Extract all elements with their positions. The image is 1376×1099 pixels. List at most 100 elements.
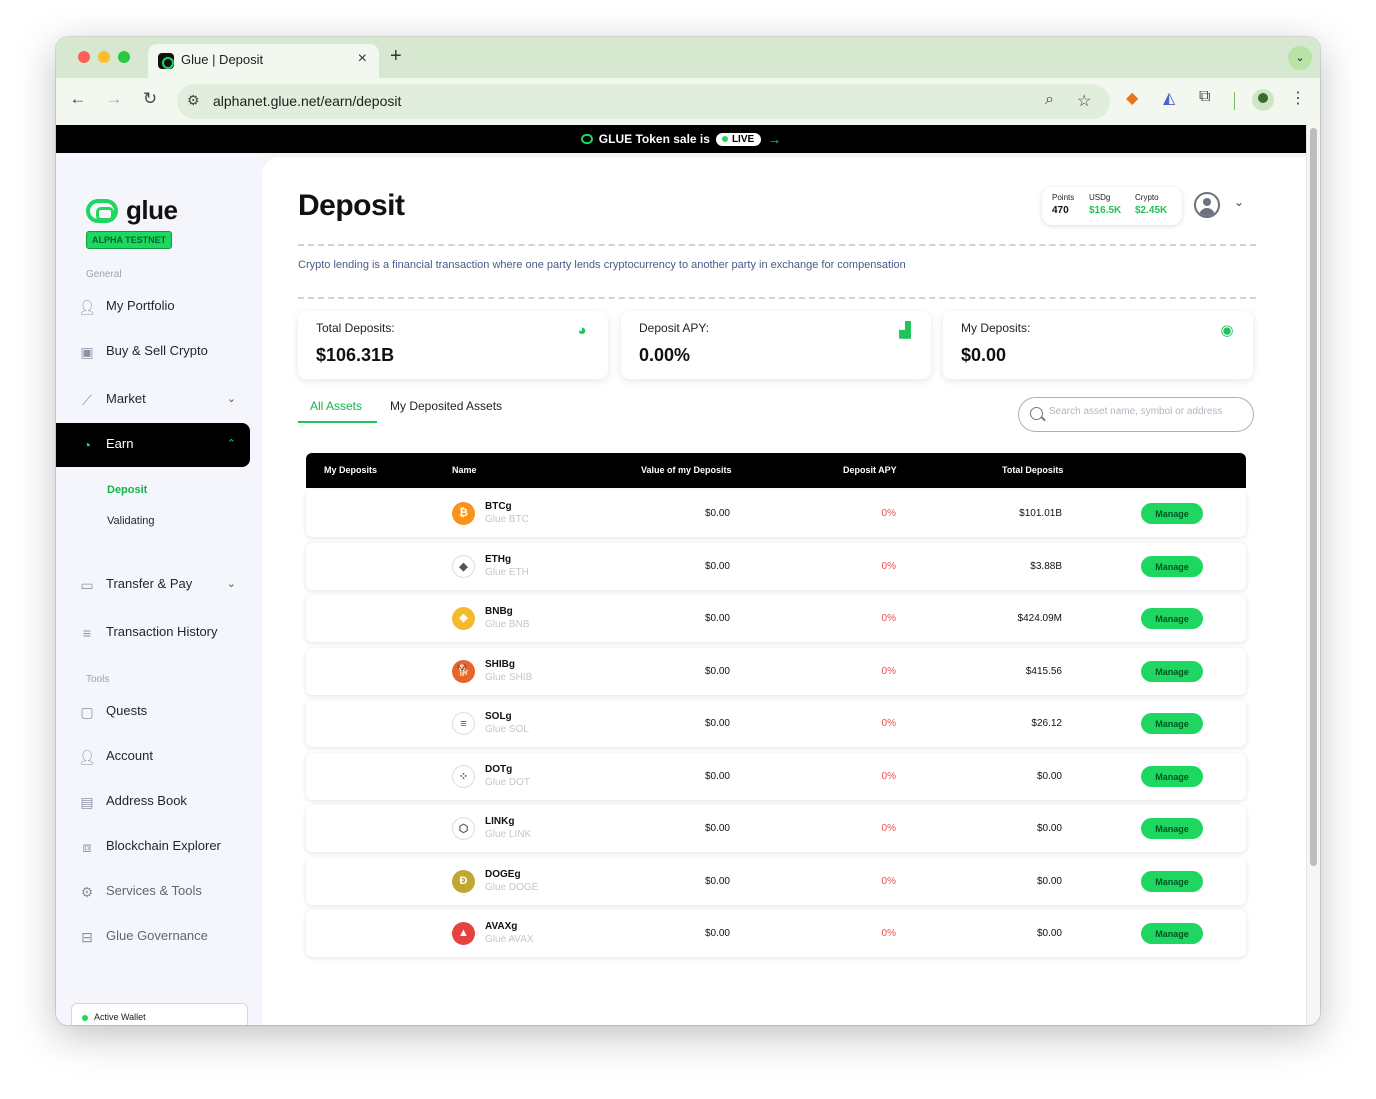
column-header: Deposit APY <box>843 465 897 475</box>
tab-close-icon[interactable]: × <box>358 50 367 68</box>
browser-tab[interactable]: Glue | Deposit × <box>148 44 379 78</box>
manage-button[interactable]: Manage <box>1141 871 1203 892</box>
assets-table-header: My Deposits Name Value of my Deposits De… <box>306 453 1246 488</box>
asset-name: Glue LINK <box>485 829 532 840</box>
table-row[interactable]: 🐕 SHIBg Glue SHIB $0.00 0% $415.56 Manage <box>306 648 1246 695</box>
total-deposits: $0.00 <box>1036 876 1062 887</box>
bookmark-star-icon[interactable]: ☆ <box>1077 91 1091 111</box>
deposit-apy: 0% <box>881 823 896 834</box>
sidebar-item-earn[interactable]: ◔ Earn ⌃ <box>56 423 250 467</box>
main-content: Deposit Points 470 USDg $16.5K Crypto $2… <box>262 157 1306 1025</box>
sidebar-item-my-portfolio[interactable]: 👤︎ My Portfolio <box>56 285 250 329</box>
total-deposits: $26.12 <box>1031 718 1062 729</box>
wallet-bag-icon: ▣ <box>80 344 94 360</box>
stat-label: Crypto <box>1135 193 1159 202</box>
banner-text: GLUE Token sale is <box>598 132 710 146</box>
forward-arrow-icon[interactable]: → <box>102 89 126 109</box>
stat-label: Points <box>1052 193 1075 202</box>
list-lines-icon: ≡ <box>82 625 92 641</box>
back-arrow-icon[interactable]: ← <box>66 89 90 109</box>
table-row[interactable]: ⬡ LINKg Glue LINK $0.00 0% $0.00 Manage <box>306 805 1246 852</box>
scrollbar-thumb[interactable] <box>1310 128 1317 866</box>
active-tab-underline <box>298 421 377 423</box>
page-title: Deposit <box>298 189 405 222</box>
table-row[interactable]: ₿ BTCg Glue BTC $0.00 0% $101.01B Manage <box>306 490 1246 537</box>
card-label: Total Deposits: <box>316 321 395 335</box>
page-scrollbar[interactable] <box>1306 125 1320 1025</box>
sidebar-item-quests[interactable]: ▢ Quests <box>56 690 250 734</box>
manage-button[interactable]: Manage <box>1141 503 1203 524</box>
close-window-button[interactable] <box>78 51 90 63</box>
sidebar-item-services-tools[interactable]: ⚙ Services & Tools <box>56 870 250 914</box>
zoom-window-button[interactable] <box>118 51 130 63</box>
manage-button[interactable]: Manage <box>1141 556 1203 577</box>
active-wallet-label: Active Wallet <box>94 1012 146 1022</box>
btc-coin-icon: ₿ <box>452 502 475 525</box>
asset-symbol: SHIBg <box>485 659 515 670</box>
table-row[interactable]: ▲ AVAXg Glue AVAX $0.00 0% $0.00 Manage <box>306 910 1246 957</box>
tab-all-assets[interactable]: All Assets <box>310 399 362 413</box>
table-row[interactable]: Ð DOGEg Glue DOGE $0.00 0% $0.00 Manage <box>306 858 1246 905</box>
active-wallet-panel[interactable]: Active Wallet <box>71 1003 248 1025</box>
manage-button[interactable]: Manage <box>1141 818 1203 839</box>
manage-button[interactable]: Manage <box>1141 713 1203 734</box>
card-label: My Deposits: <box>961 321 1031 335</box>
address-bar[interactable]: ⚙ alphanet.glue.net/earn/deposit ⌕ ☆ <box>177 84 1110 119</box>
user-avatar-icon[interactable] <box>1194 192 1220 218</box>
sidebar-item-buy-sell-crypto[interactable]: ▣ Buy & Sell Crypto <box>56 330 250 374</box>
reload-icon[interactable]: ↻ <box>138 89 162 109</box>
table-row[interactable]: ◈ BNBg Glue BNB $0.00 0% $424.09M Manage <box>306 595 1246 642</box>
glue-logo-icon <box>86 199 118 223</box>
points-stat: Points 470 <box>1052 193 1074 216</box>
stat-value: $16.5K <box>1089 205 1122 216</box>
extensions-puzzle-icon[interactable]: ⧉ <box>1199 88 1210 106</box>
table-row[interactable]: ⁘ DOTg Glue DOT $0.00 0% $0.00 Manage <box>306 753 1246 800</box>
manage-button[interactable]: Manage <box>1141 923 1203 944</box>
sidebar-subitem-validating[interactable]: Validating <box>107 515 155 527</box>
sidebar-item-transaction-history[interactable]: ≡ Transaction History <box>56 611 250 655</box>
token-sale-banner[interactable]: GLUE Token sale is LIVE → <box>56 125 1306 153</box>
sidebar-item-address-book[interactable]: ▤ Address Book <box>56 780 250 824</box>
search-icon <box>1030 407 1043 420</box>
manage-button[interactable]: Manage <box>1141 661 1203 682</box>
profile-avatar-icon[interactable] <box>1252 89 1274 111</box>
user-icon: 👤︎ <box>78 299 96 315</box>
wallet-extension-icon[interactable]: ◭ <box>1163 88 1175 108</box>
manage-button[interactable]: Manage <box>1141 766 1203 787</box>
balance-summary-chip[interactable]: Points 470 USDg $16.5K Crypto $2.45K <box>1042 187 1182 225</box>
new-tab-button[interactable]: + <box>390 45 402 68</box>
sidebar-item-label: My Portfolio <box>106 298 175 313</box>
deposit-value: $0.00 <box>704 876 730 887</box>
pie-chart-icon: ◕ <box>577 322 587 339</box>
asset-name: Glue BTC <box>485 514 529 525</box>
zoom-lens-icon[interactable]: ⌕ <box>1045 91 1054 109</box>
brand-name[interactable]: glue <box>126 195 178 226</box>
table-row[interactable]: ≡ SOLg Glue SOL $0.00 0% $26.12 Manage <box>306 700 1246 747</box>
sidebar-item-account[interactable]: 👤︎ Account <box>56 735 250 779</box>
search-input[interactable] <box>1049 406 1249 417</box>
browser-menu-icon[interactable]: ⋮ <box>1290 88 1306 108</box>
sidebar-item-transfer-pay[interactable]: ▭ Transfer & Pay ⌄ <box>56 563 250 607</box>
table-row[interactable]: ◆ ETHg Glue ETH $0.00 0% $3.88B Manage <box>306 543 1246 590</box>
sidebar-item-glue-governance[interactable]: ⊟ Glue Governance <box>56 915 250 959</box>
sidebar-subitem-deposit[interactable]: Deposit <box>107 484 147 496</box>
asset-symbol: AVAXg <box>485 921 518 932</box>
url-text[interactable]: alphanet.glue.net/earn/deposit <box>213 93 401 109</box>
asset-search[interactable] <box>1018 397 1254 432</box>
minimize-window-button[interactable] <box>98 51 110 63</box>
sidebar-item-market[interactable]: ⟋ Market ⌄ <box>56 378 250 422</box>
toolbar-divider <box>1234 92 1235 110</box>
site-settings-icon[interactable]: ⚙ <box>187 92 200 109</box>
sidebar-item-blockchain-explorer[interactable]: ⧈ Blockchain Explorer <box>56 825 250 869</box>
manage-button[interactable]: Manage <box>1141 608 1203 629</box>
metamask-extension-icon[interactable]: ◆ <box>1126 88 1138 108</box>
status-dot-icon <box>82 1015 88 1021</box>
alpha-testnet-badge: ALPHA TESTNET <box>86 231 173 249</box>
tab-my-deposited-assets[interactable]: My Deposited Assets <box>390 399 502 413</box>
sidebar: glue ALPHA TESTNET General 👤︎ My Portfol… <box>56 153 262 1025</box>
deposit-apy: 0% <box>881 508 896 519</box>
total-deposits: $0.00 <box>1036 823 1062 834</box>
tab-search-chevron-icon[interactable]: ⌄ <box>1288 46 1312 70</box>
sidebar-item-label: Blockchain Explorer <box>106 838 221 853</box>
chevron-down-icon[interactable]: ⌄ <box>1234 195 1244 209</box>
